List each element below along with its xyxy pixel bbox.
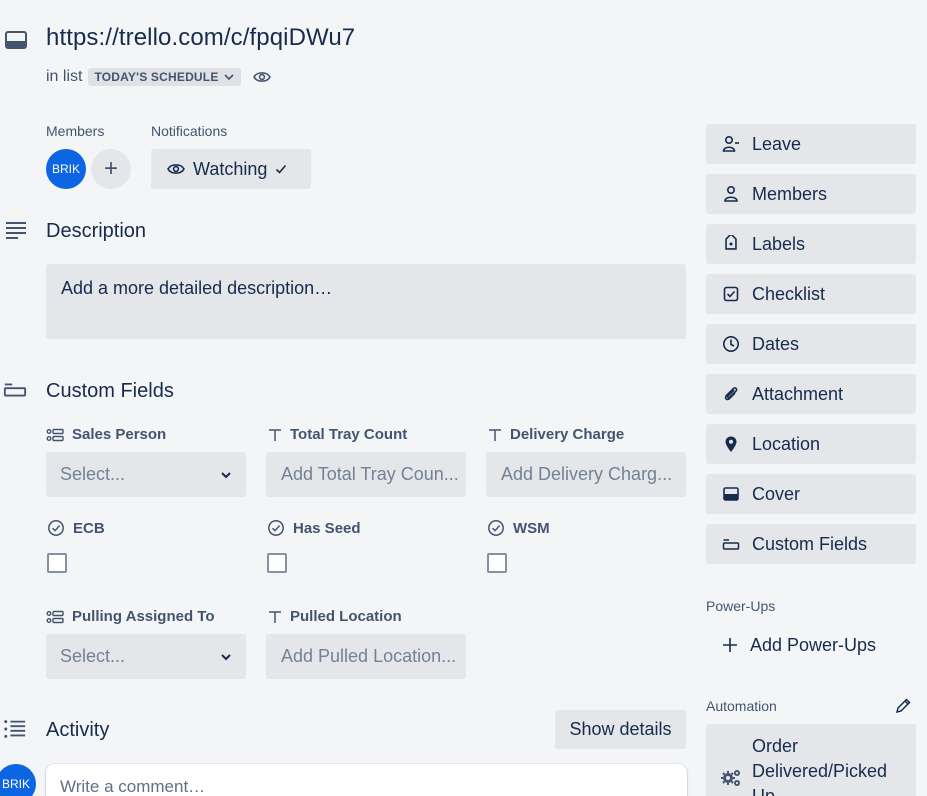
eye-icon	[252, 70, 271, 84]
attachment-button[interactable]: Attachment	[706, 374, 916, 414]
checklist-icon	[722, 285, 740, 303]
text-field-icon	[268, 610, 282, 624]
field-label-pulled-location: Pulled Location	[268, 608, 402, 625]
tag-icon	[722, 235, 740, 253]
card-title[interactable]: https://trello.com/c/fpqiDWu7	[46, 24, 355, 52]
automation-button-order-delivered[interactable]: Order Delivered/Picked Up	[706, 724, 916, 796]
chevron-down-icon	[220, 651, 232, 663]
checkbox-field-icon	[267, 519, 285, 537]
dropdown-field-icon	[46, 610, 64, 624]
person-icon	[722, 185, 740, 203]
custom-fields-icon	[3, 378, 27, 402]
automation-heading: Automation	[706, 698, 777, 714]
total-tray-count-input[interactable]: Add Total Tray Coun...	[266, 452, 466, 497]
dates-button[interactable]: Dates	[706, 324, 916, 364]
description-input[interactable]: Add a more detailed description…	[46, 264, 686, 339]
in-list-prefix: in list	[46, 68, 83, 85]
clock-icon	[722, 335, 740, 353]
list-selector[interactable]: TODAY'S SCHEDULE	[88, 68, 241, 86]
text-field-icon	[488, 428, 502, 442]
in-list-row: in list TODAY'S SCHEDULE	[46, 68, 271, 86]
paperclip-icon	[722, 385, 740, 403]
custom-fields-title: Custom Fields	[46, 380, 174, 402]
show-details-button[interactable]: Show details	[555, 710, 686, 749]
add-member-button[interactable]: +	[91, 149, 131, 189]
comment-input[interactable]: Write a comment…	[46, 764, 687, 796]
delivery-charge-input[interactable]: Add Delivery Charg...	[486, 452, 686, 497]
pulled-location-input[interactable]: Add Pulled Location...	[266, 634, 466, 679]
description-icon	[4, 218, 28, 242]
field-label-pulling-assigned-to: Pulling Assigned To	[46, 608, 215, 625]
members-label: Members	[46, 123, 105, 139]
field-label-wsm: WSM	[487, 519, 550, 537]
sales-person-select[interactable]: Select...	[46, 452, 246, 497]
add-powerups-button[interactable]: Add Power-Ups	[706, 625, 916, 665]
activity-icon	[3, 717, 27, 741]
gears-icon	[720, 768, 742, 788]
avatar[interactable]: BRIK	[46, 149, 86, 189]
cover-icon	[722, 485, 740, 503]
activity-title: Activity	[46, 719, 110, 741]
field-label-delivery-charge: Delivery Charge	[488, 426, 624, 443]
checkbox-field-icon	[487, 519, 505, 537]
chevron-down-icon	[223, 71, 235, 83]
check-icon	[275, 163, 287, 175]
labels-button[interactable]: Labels	[706, 224, 916, 264]
location-pin-icon	[722, 435, 740, 453]
members-button[interactable]: Members	[706, 174, 916, 214]
leave-icon	[722, 135, 740, 153]
notifications-label: Notifications	[151, 123, 228, 139]
card-icon	[4, 28, 28, 52]
plus-icon	[722, 637, 738, 653]
field-label-ecb: ECB	[47, 519, 105, 537]
automation-label: Order Delivered/Picked Up	[752, 736, 888, 796]
watching-button[interactable]: Watching	[151, 149, 311, 189]
custom-fields-icon	[722, 535, 740, 553]
has-seed-checkbox[interactable]	[267, 553, 287, 573]
list-name: TODAY'S SCHEDULE	[94, 70, 219, 84]
wsm-checkbox[interactable]	[487, 553, 507, 573]
powerups-heading: Power-Ups	[706, 598, 776, 614]
field-label-total-tray-count: Total Tray Count	[268, 426, 407, 443]
pulling-assigned-to-select[interactable]: Select...	[46, 634, 246, 679]
custom-fields-button[interactable]: Custom Fields	[706, 524, 916, 564]
watching-label: Watching	[193, 158, 268, 179]
field-label-has-seed: Has Seed	[267, 519, 361, 537]
leave-button[interactable]: Leave	[706, 124, 916, 164]
checklist-button[interactable]: Checklist	[706, 274, 916, 314]
checkbox-field-icon	[47, 519, 65, 537]
ecb-checkbox[interactable]	[47, 553, 67, 573]
pencil-icon[interactable]	[894, 697, 912, 715]
field-label-sales-person: Sales Person	[46, 426, 166, 443]
dropdown-field-icon	[46, 428, 64, 442]
eye-icon	[167, 162, 185, 176]
location-button[interactable]: Location	[706, 424, 916, 464]
cover-button[interactable]: Cover	[706, 474, 916, 514]
comment-avatar: BRIK	[0, 764, 36, 796]
description-title: Description	[46, 220, 147, 242]
text-field-icon	[268, 428, 282, 442]
chevron-down-icon	[220, 469, 232, 481]
